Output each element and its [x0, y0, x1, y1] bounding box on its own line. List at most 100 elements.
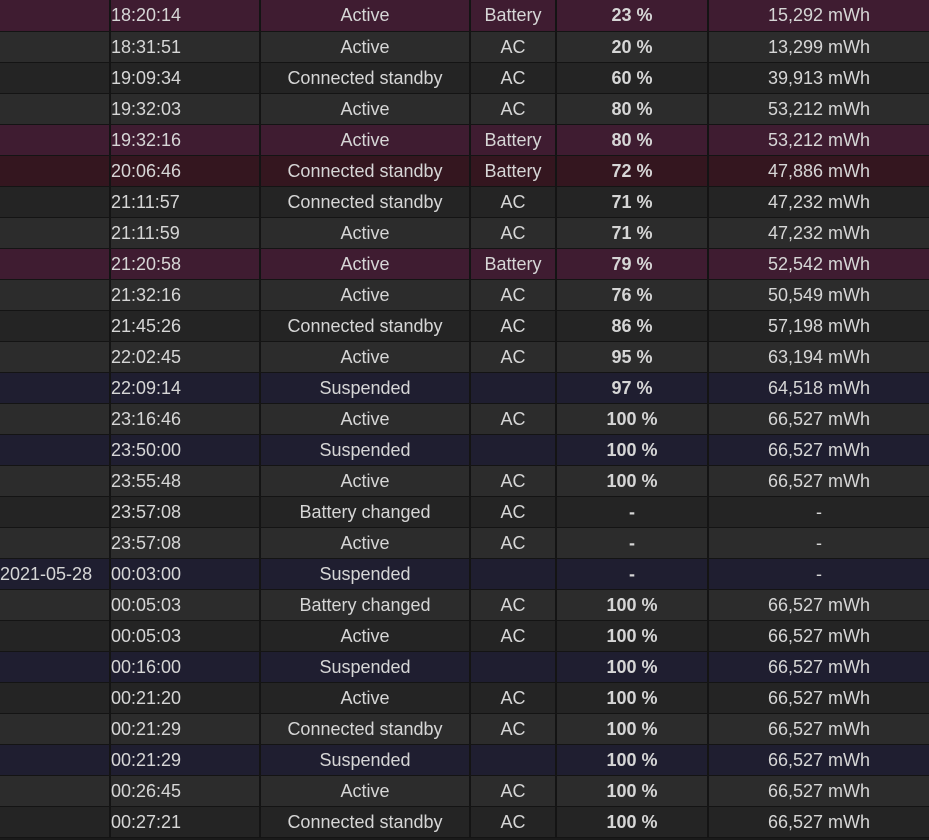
capacity-percent-cell: 71 %	[556, 217, 709, 249]
state-cell: Active	[260, 341, 471, 373]
state-cell: Suspended	[260, 372, 471, 404]
source-cell: AC	[470, 403, 557, 435]
source-cell: AC	[470, 806, 557, 838]
source-cell	[470, 744, 557, 776]
source-cell: Battery	[470, 155, 557, 187]
state-cell: Active	[260, 279, 471, 311]
date-cell	[0, 434, 111, 466]
date-cell	[0, 62, 111, 94]
state-cell: Connected standby	[260, 186, 471, 218]
table-row: 21:20:58 Active Battery 79 % 52,542 mWh	[0, 248, 929, 280]
source-cell: Battery	[470, 248, 557, 280]
capacity-percent-cell: 79 %	[556, 248, 709, 280]
date-cell	[0, 31, 111, 63]
date-cell	[0, 217, 111, 249]
source-cell	[470, 651, 557, 683]
table-row: 21:11:57 Connected standby AC 71 % 47,232 mW…	[0, 186, 929, 218]
source-cell	[470, 434, 557, 466]
date-cell	[0, 496, 111, 528]
capacity-percent-cell: 100 %	[556, 775, 709, 807]
table-row: 00:26:45 Active AC 100 % 66,527 mWh	[0, 775, 929, 807]
state-cell: Active	[260, 682, 471, 714]
date-cell	[0, 527, 111, 559]
date-cell	[0, 186, 111, 218]
source-cell: AC	[470, 93, 557, 125]
source-cell: AC	[470, 465, 557, 497]
state-cell: Active	[260, 0, 471, 32]
table-row: 00:21:29 Connected standby AC 100 % 66,527 m…	[0, 713, 929, 745]
date-cell	[0, 806, 111, 838]
date-cell	[0, 248, 111, 280]
table-row: 23:50:00 Suspended 100 % 66,527 mWh	[0, 434, 929, 466]
time-cell: 23:16:46	[110, 403, 261, 435]
time-cell: 00:27:21	[110, 806, 261, 838]
time-cell: 21:32:16	[110, 279, 261, 311]
remaining-capacity-cell: 66,527 mWh	[708, 682, 929, 714]
state-cell: Connected standby	[260, 713, 471, 745]
remaining-capacity-cell: 66,527 mWh	[708, 806, 929, 838]
time-cell: 00:21:29	[110, 713, 261, 745]
remaining-capacity-cell: 63,194 mWh	[708, 341, 929, 373]
remaining-capacity-cell: 66,527 mWh	[708, 403, 929, 435]
capacity-percent-cell: 80 %	[556, 93, 709, 125]
state-cell: Suspended	[260, 434, 471, 466]
table-row: 00:05:03 Battery changed AC 100 % 66,527 mWh	[0, 589, 929, 621]
table-row: 20:06:46 Connected standby Battery 72 % 47,8…	[0, 155, 929, 187]
capacity-percent-cell: 100 %	[556, 620, 709, 652]
state-cell: Active	[260, 620, 471, 652]
date-cell	[0, 155, 111, 187]
source-cell: AC	[470, 713, 557, 745]
remaining-capacity-cell: 66,527 mWh	[708, 713, 929, 745]
date-cell	[0, 93, 111, 125]
table-row: 19:32:16 Active Battery 80 % 53,212 mWh	[0, 124, 929, 156]
table-row: 00:27:21 Connected standby AC 100 % 66,527 m…	[0, 806, 929, 838]
source-cell: AC	[470, 310, 557, 342]
remaining-capacity-cell: -	[708, 496, 929, 528]
time-cell: 19:32:16	[110, 124, 261, 156]
remaining-capacity-cell: 15,292 mWh	[708, 0, 929, 32]
time-cell: 23:55:48	[110, 465, 261, 497]
table-row: 23:55:48 Active AC 100 % 66,527 mWh	[0, 465, 929, 497]
source-cell: AC	[470, 62, 557, 94]
source-cell: AC	[470, 217, 557, 249]
state-cell: Suspended	[260, 651, 471, 683]
remaining-capacity-cell: 39,913 mWh	[708, 62, 929, 94]
capacity-percent-cell: 60 %	[556, 62, 709, 94]
table-row: 23:57:08 Active AC - -	[0, 527, 929, 559]
time-cell: 22:02:45	[110, 341, 261, 373]
source-cell: AC	[470, 341, 557, 373]
time-cell: 21:20:58	[110, 248, 261, 280]
time-cell: 23:57:08	[110, 527, 261, 559]
remaining-capacity-cell: 47,232 mWh	[708, 186, 929, 218]
time-cell: 00:05:03	[110, 589, 261, 621]
date-cell	[0, 0, 111, 32]
remaining-capacity-cell: 66,527 mWh	[708, 589, 929, 621]
remaining-capacity-cell: 53,212 mWh	[708, 93, 929, 125]
state-cell: Battery changed	[260, 496, 471, 528]
date-cell	[0, 713, 111, 745]
remaining-capacity-cell: 47,232 mWh	[708, 217, 929, 249]
capacity-percent-cell: 80 %	[556, 124, 709, 156]
capacity-percent-cell: 86 %	[556, 310, 709, 342]
state-cell: Active	[260, 93, 471, 125]
capacity-percent-cell: 100 %	[556, 403, 709, 435]
date-cell: 2021-05-28	[0, 558, 111, 590]
date-cell	[0, 744, 111, 776]
state-cell: Active	[260, 775, 471, 807]
remaining-capacity-cell: 66,527 mWh	[708, 775, 929, 807]
remaining-capacity-cell: 50,549 mWh	[708, 279, 929, 311]
remaining-capacity-cell: -	[708, 527, 929, 559]
remaining-capacity-cell: 66,527 mWh	[708, 620, 929, 652]
capacity-percent-cell: 100 %	[556, 434, 709, 466]
source-cell: AC	[470, 589, 557, 621]
state-cell: Battery changed	[260, 589, 471, 621]
source-cell: AC	[470, 496, 557, 528]
state-cell: Active	[260, 248, 471, 280]
remaining-capacity-cell: 66,527 mWh	[708, 744, 929, 776]
capacity-percent-cell: -	[556, 558, 709, 590]
table-row: 00:05:03 Active AC 100 % 66,527 mWh	[0, 620, 929, 652]
table-row: 2021-05-28 00:03:00 Suspended - -	[0, 558, 929, 590]
capacity-percent-cell: -	[556, 496, 709, 528]
source-cell: AC	[470, 620, 557, 652]
time-cell: 00:21:29	[110, 744, 261, 776]
